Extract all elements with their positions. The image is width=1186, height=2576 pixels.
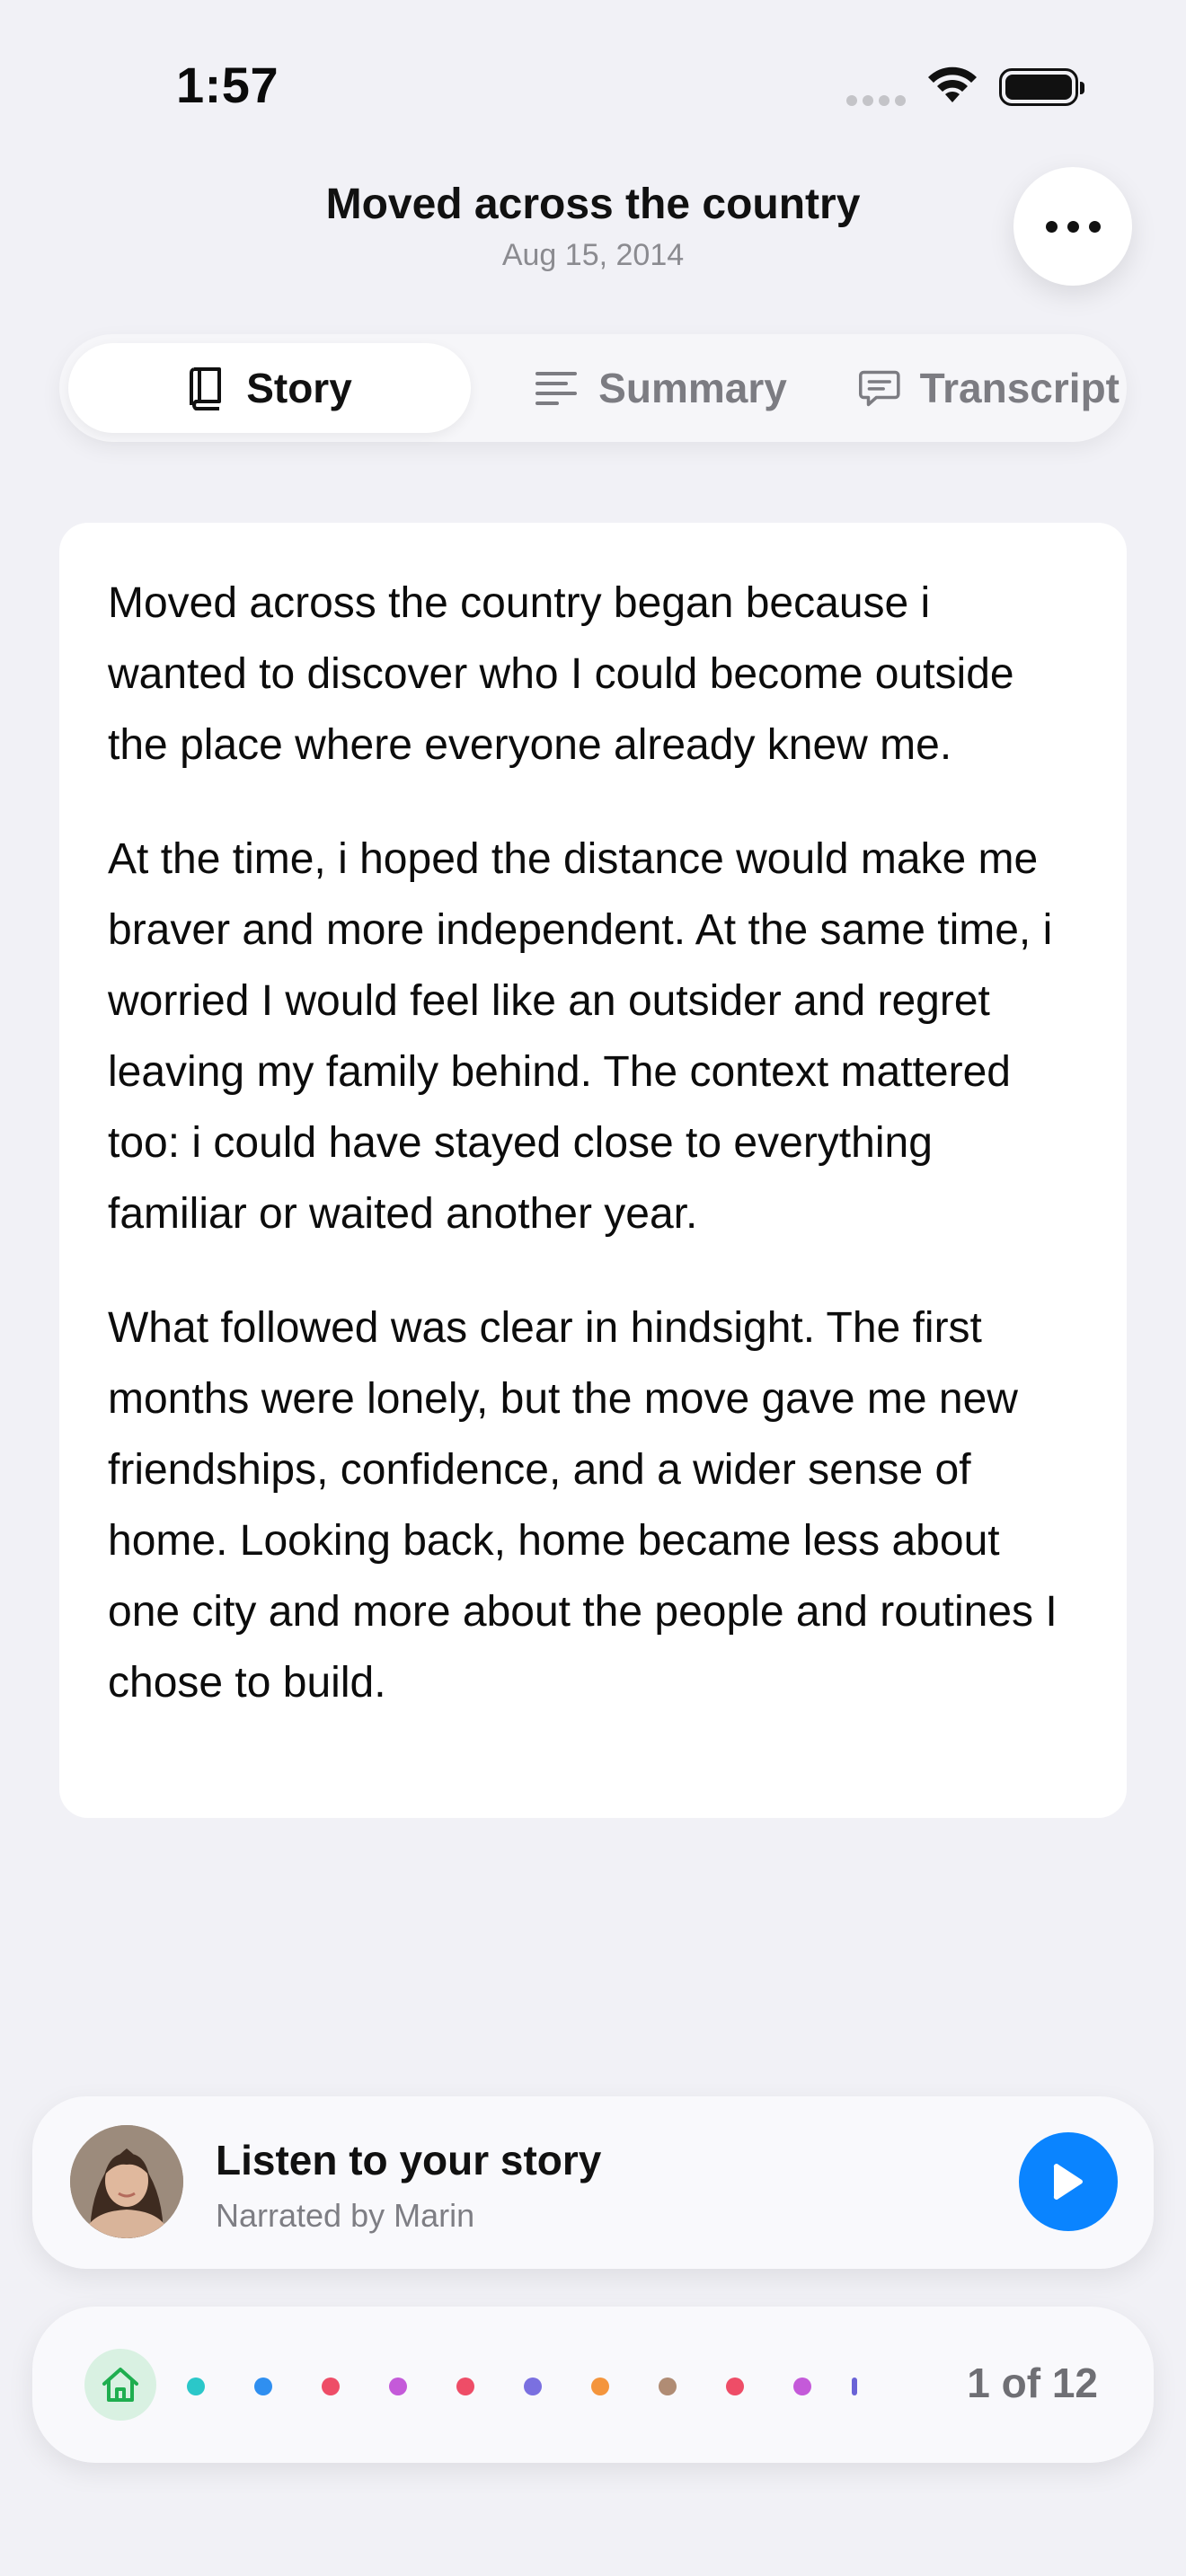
page-dot[interactable] (591, 2378, 609, 2395)
page-dot[interactable] (187, 2378, 205, 2395)
status-time: 1:57 (176, 57, 279, 113)
more-options-button[interactable] (1013, 167, 1132, 286)
page-title: Moved across the country (325, 181, 861, 228)
page-dot[interactable] (322, 2378, 340, 2395)
story-screen: 1:57 Moved across the country Aug 15, 20… (0, 0, 1186, 2576)
page-dot[interactable] (524, 2378, 542, 2395)
more-horizontal-icon (1045, 220, 1058, 233)
tab-transcript-label: Transcript (919, 365, 1120, 411)
page-dot[interactable] (659, 2378, 677, 2395)
play-button[interactable] (1019, 2132, 1118, 2231)
audio-player[interactable]: Listen to your story Narrated by Marin (32, 2096, 1154, 2269)
text-lines-icon (535, 372, 578, 405)
tab-story-label: Story (246, 365, 352, 411)
narrator-label: Narrated by Marin (216, 2197, 475, 2234)
tab-transcript[interactable]: Transcript (859, 343, 1120, 433)
home-icon (102, 2368, 138, 2402)
tab-story[interactable]: Story (68, 343, 471, 433)
status-icons (846, 66, 1084, 108)
tab-summary-label: Summary (598, 365, 787, 411)
page-dot-partial[interactable] (852, 2378, 857, 2395)
cellular-signal-icon (846, 95, 906, 106)
player-title: Listen to your story (216, 2137, 602, 2183)
narrator-avatar (70, 2125, 183, 2238)
home-button[interactable] (84, 2349, 156, 2421)
story-paragraph: At the time, i hoped the distance would … (108, 835, 1053, 1238)
wifi-icon (928, 66, 977, 102)
story-paragraph: Moved across the country began because i… (108, 579, 1014, 769)
story-pager: 1 of 12 (32, 2307, 1154, 2463)
battery-icon (999, 68, 1084, 106)
page-dot[interactable] (389, 2378, 407, 2395)
story-paragraph: What followed was clear in hindsight. Th… (108, 1304, 1058, 1707)
page-dot[interactable] (254, 2378, 272, 2395)
view-tabs: Story Summary Transcript (59, 334, 1127, 442)
tab-summary[interactable]: Summary (518, 343, 805, 433)
page-dot[interactable] (793, 2378, 811, 2395)
page-dot[interactable] (456, 2378, 474, 2395)
page-counter: 1 of 12 (967, 2360, 1098, 2406)
play-icon (1053, 2164, 1083, 2200)
story-date: Aug 15, 2014 (501, 238, 685, 272)
page-dot[interactable] (726, 2378, 744, 2395)
chat-bubble-icon (859, 370, 900, 407)
story-card: Moved across the country began because i… (59, 523, 1127, 1818)
book-icon (190, 367, 222, 410)
